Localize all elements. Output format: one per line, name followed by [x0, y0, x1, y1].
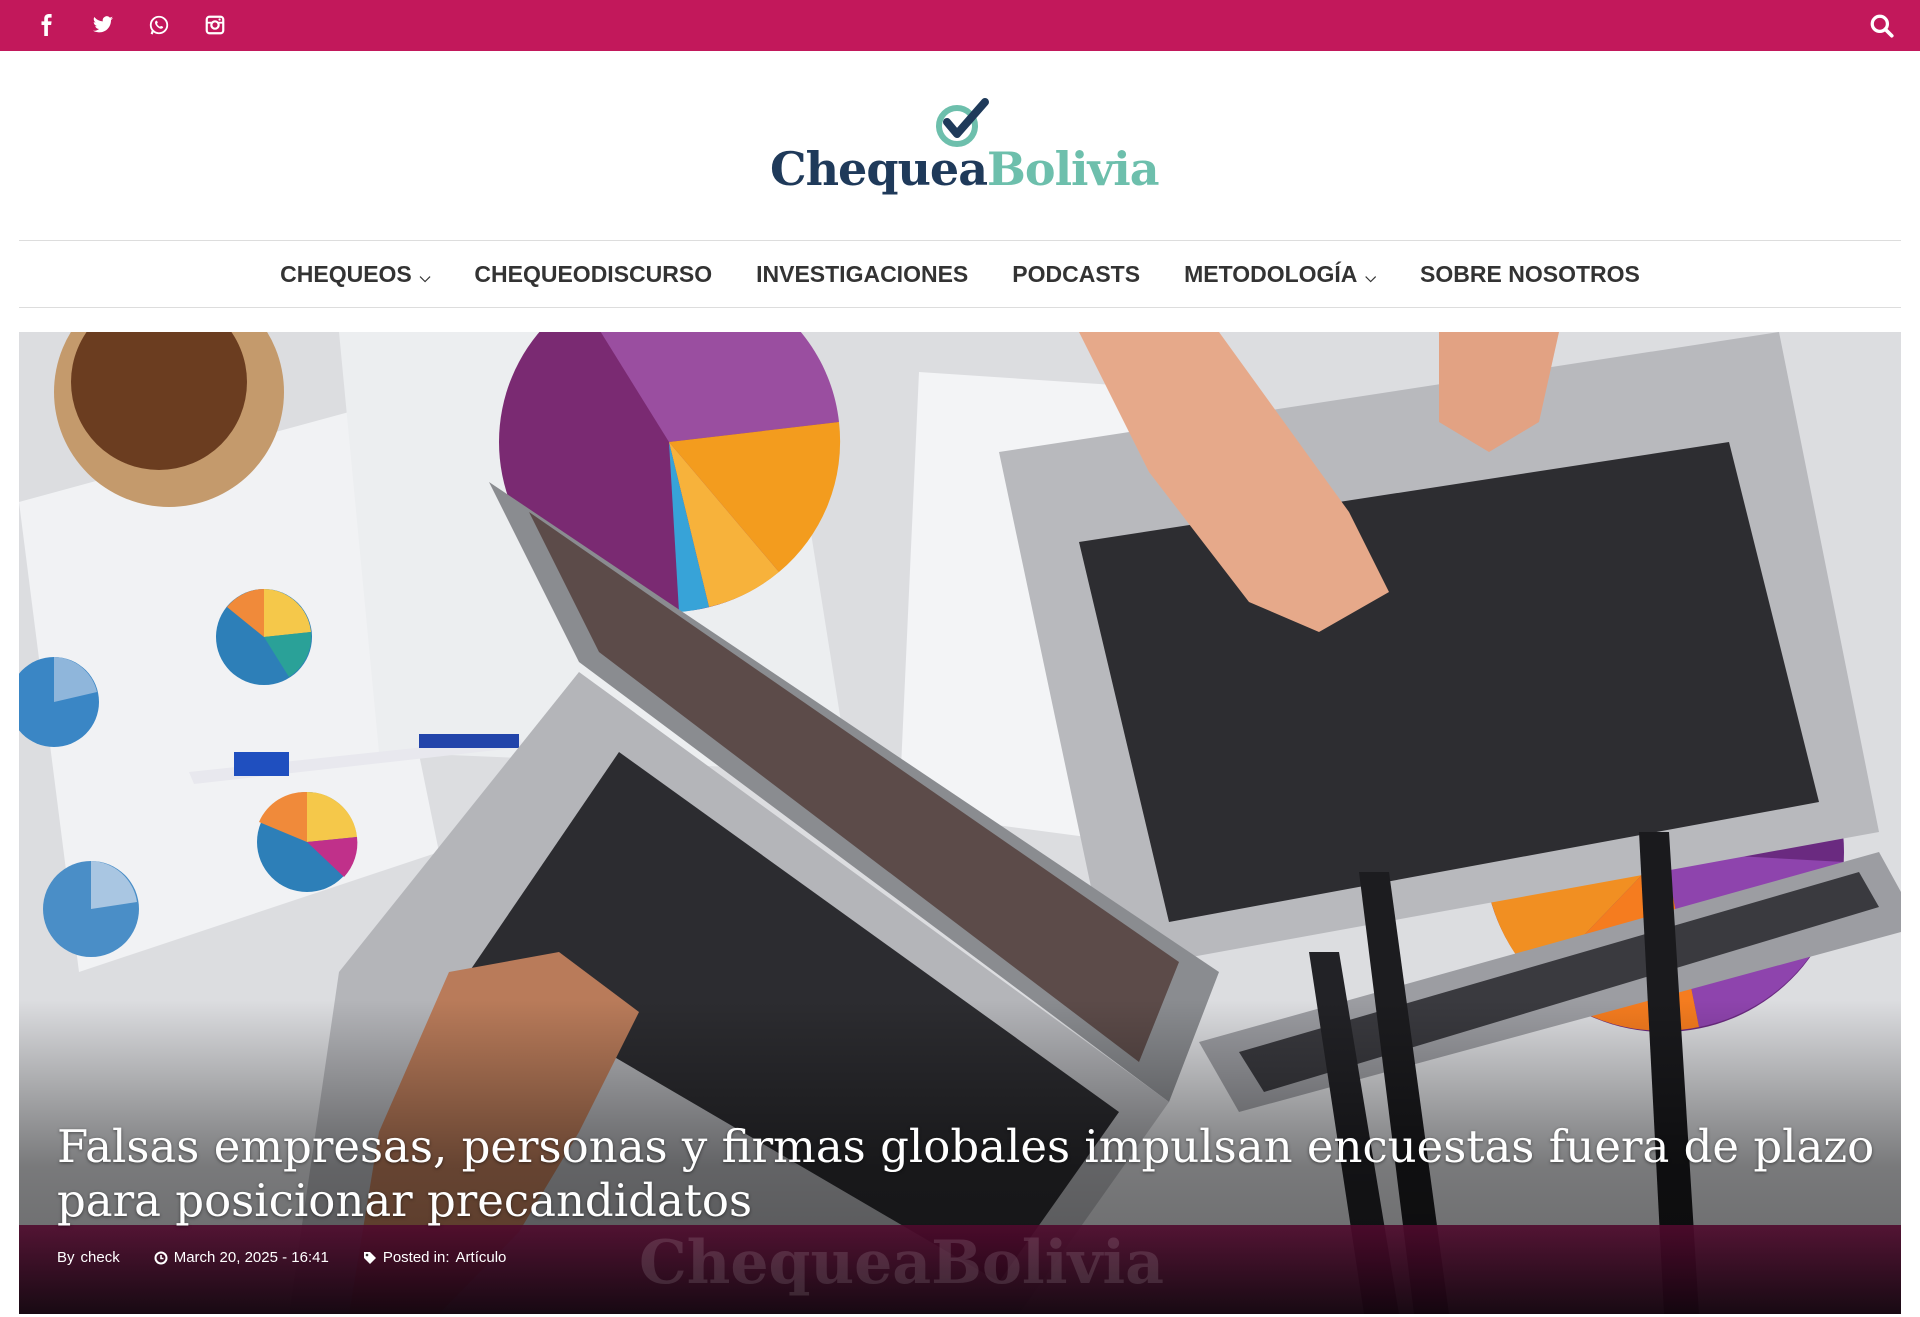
author-prefix: By: [57, 1249, 75, 1266]
category-link[interactable]: Artículo: [456, 1249, 507, 1266]
category-prefix: Posted in:: [382, 1249, 450, 1266]
article-date: March 20, 2025 - 16:41: [173, 1249, 329, 1266]
date-info: March 20, 2025 - 16:41: [154, 1249, 329, 1266]
nav-item-sobre-nosotros[interactable]: SOBRE NOSOTROS: [1398, 261, 1662, 288]
nav-item-label: METODOLOGÍA: [1184, 260, 1358, 287]
instagram-icon[interactable]: [198, 10, 232, 40]
article-meta: By check March 20, 2025 - 16:41 Posted i…: [57, 1249, 506, 1266]
nav-item-label: CHEQUEODISCURSO: [474, 260, 713, 287]
tag-icon: [363, 1251, 376, 1264]
logo-wordmark: ChequeaBolivia: [770, 142, 1160, 196]
author-info: By check: [57, 1249, 120, 1266]
category-info: Posted in: Artículo: [363, 1249, 507, 1266]
chevron-down-icon: ⌵: [419, 268, 431, 285]
author-link[interactable]: check: [81, 1249, 120, 1266]
site-logo[interactable]: ChequeaBolivia: [770, 98, 1160, 208]
nav-item-chequeodiscurso[interactable]: CHEQUEODISCURSO: [452, 261, 734, 288]
chevron-down-icon: ⌵: [1365, 268, 1377, 285]
top-bar: [0, 0, 1920, 51]
nav-item-label: INVESTIGACIONES: [756, 260, 969, 287]
nav-item-label: CHEQUEOS: [280, 260, 412, 287]
search-icon[interactable]: [1866, 10, 1898, 42]
logo-text-part2: Bolivia: [987, 142, 1160, 196]
nav-item-investigaciones[interactable]: INVESTIGACIONES: [734, 261, 990, 288]
main-nav: CHEQUEOS ⌵ CHEQUEODISCURSO INVESTIGACION…: [19, 240, 1901, 308]
nav-item-label: PODCASTS: [1012, 260, 1141, 287]
social-links: [30, 10, 232, 40]
logo-text-part1: Chequea: [770, 142, 988, 196]
nav-item-label: SOBRE NOSOTROS: [1420, 260, 1640, 287]
twitter-icon[interactable]: [86, 10, 120, 40]
logo-watermark: ChequeaBolivia: [639, 1228, 1165, 1298]
featured-article[interactable]: ChequeaBolivia Falsas empresas, personas…: [19, 332, 1901, 1314]
nav-item-metodologia[interactable]: METODOLOGÍA ⌵: [1162, 261, 1398, 288]
article-title[interactable]: Falsas empresas, personas y firmas globa…: [57, 1120, 1877, 1228]
clock-icon: [154, 1251, 168, 1264]
checkmark-logo-icon: [936, 98, 989, 147]
nav-item-chequeos[interactable]: CHEQUEOS ⌵: [258, 261, 452, 288]
whatsapp-icon[interactable]: [142, 10, 176, 40]
nav-item-podcasts[interactable]: PODCASTS: [990, 261, 1162, 288]
facebook-icon[interactable]: [30, 10, 64, 40]
